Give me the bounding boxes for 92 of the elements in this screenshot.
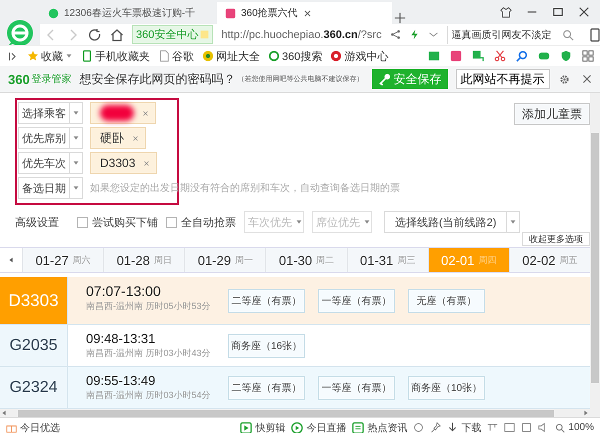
remove-icon[interactable] xyxy=(132,134,139,142)
pin-icon[interactable] xyxy=(430,422,442,433)
zoom-level[interactable]: 100% xyxy=(555,422,594,433)
brand-logo: 360 xyxy=(8,72,30,86)
caret-icon[interactable] xyxy=(72,184,80,192)
caret-icon[interactable] xyxy=(72,159,80,167)
search-icon[interactable] xyxy=(562,28,574,41)
close-icon[interactable] xyxy=(302,8,312,18)
video-icon[interactable] xyxy=(240,422,252,433)
phone-icon[interactable] xyxy=(588,28,600,42)
window-icon[interactable] xyxy=(521,422,532,433)
status-item[interactable]: 今日优选 xyxy=(6,420,60,433)
close-icon[interactable] xyxy=(582,74,592,84)
caret-icon[interactable] xyxy=(72,109,80,117)
seat-button[interactable]: 二等座（有票） xyxy=(228,288,305,312)
magnifier-icon[interactable] xyxy=(555,422,566,432)
checkbox[interactable]: 尝试购买下铺 xyxy=(77,214,158,230)
key-icon[interactable] xyxy=(378,72,391,86)
status-item[interactable]: 今日直播 xyxy=(291,420,346,433)
bookmark[interactable]: 网址大全 xyxy=(202,48,260,64)
advanced-settings-label: 高级设置 xyxy=(15,216,59,230)
brand-name: 登录管家 xyxy=(32,72,72,86)
play-icon[interactable] xyxy=(291,422,304,433)
train-time: 09:55-13:49 xyxy=(86,373,156,388)
reload-icon[interactable] xyxy=(88,28,102,42)
lightning-icon[interactable] xyxy=(408,29,420,40)
star-icon[interactable] xyxy=(27,50,39,62)
bookmark[interactable]: 谷歌 xyxy=(158,48,194,64)
train-time: 07:07-13:00 xyxy=(86,283,162,299)
search-icon[interactable] xyxy=(516,50,528,62)
ring-icon[interactable] xyxy=(268,50,280,62)
caret-icon[interactable] xyxy=(72,134,80,142)
seat-button[interactable]: 一等座（有票） xyxy=(318,376,395,400)
train-row[interactable]: D3303 07:07-13:00 南昌西-温州南 历时05小时53分 二等座（有票） 一等座（有票） 无座（有票） xyxy=(0,277,590,325)
seat-button[interactable]: 商务座（16张） xyxy=(228,334,305,358)
caret-icon[interactable] xyxy=(509,218,518,226)
share-icon[interactable] xyxy=(390,29,401,40)
train-row[interactable]: G2035 09:48-13:31 南昌西-温州南 历时03小时43分 商务座（16张） xyxy=(0,325,590,367)
route-duration: 南昌西-温州南 历时03小时43分 xyxy=(86,347,212,360)
seat-button[interactable]: 一等座（有票） xyxy=(318,288,395,312)
train-time: 09:48-13:31 xyxy=(86,331,156,346)
scrollbar-thumb[interactable] xyxy=(18,410,554,416)
seat-button[interactable]: 无座（有票） xyxy=(408,288,485,312)
bookmark[interactable]: 手机收藏夹 xyxy=(81,48,150,64)
game-icon[interactable] xyxy=(330,50,342,62)
browser-tab[interactable]: 360抢票六代 xyxy=(217,2,392,24)
globe-icon[interactable] xyxy=(202,50,214,62)
bookmark[interactable]: 收藏 xyxy=(27,48,73,64)
home-icon[interactable] xyxy=(110,28,124,42)
seat-button[interactable]: 二等座（有票） xyxy=(228,376,305,400)
selected-tag[interactable]: D3303 xyxy=(90,152,158,174)
route-duration: 南昌西-温州南 历时05小时53分 xyxy=(86,300,212,313)
never-button[interactable]: 此网站不再提示 xyxy=(456,69,550,89)
news-icon[interactable] xyxy=(352,422,364,433)
close-icon[interactable] xyxy=(578,6,590,18)
settings-icon[interactable] xyxy=(559,74,570,84)
option-select[interactable]: 选择乘客 xyxy=(18,102,83,124)
selected-tag[interactable] xyxy=(90,102,156,124)
remove-icon[interactable] xyxy=(143,160,150,166)
train-row[interactable]: G2324 09:55-13:49 南昌西-温州南 历时03小时54分 二等座（有票） 一等座（有票） 商务座（10张） xyxy=(0,367,590,409)
save-password-question: 想安全保存此网页的密码吗？ xyxy=(80,70,236,88)
status-item[interactable]: 快剪辑 xyxy=(240,420,286,433)
bookmark[interactable]: 游戏中心 xyxy=(330,48,388,64)
scissors-icon[interactable] xyxy=(494,50,506,62)
left-arrow-icon[interactable] xyxy=(7,255,15,265)
option-select[interactable]: 优先车次 xyxy=(18,152,83,174)
checkbox[interactable]: 全自动抢票 xyxy=(166,214,236,230)
train-number: D3303 xyxy=(0,277,68,324)
remove-icon[interactable] xyxy=(142,110,149,116)
bookmark[interactable]: 360搜索 xyxy=(268,48,322,64)
download-button[interactable]: 下载 xyxy=(447,420,482,433)
shirt-icon[interactable] xyxy=(500,6,512,18)
grid-icon[interactable] xyxy=(582,50,594,62)
route-duration: 南昌西-温州南 历时03小时54分 xyxy=(86,389,212,402)
url-text[interactable]: http://pc.huochepiao.360.cn/?src xyxy=(221,28,382,41)
shield-icon[interactable] xyxy=(560,50,572,62)
square-icon[interactable] xyxy=(450,50,462,62)
caret-icon[interactable] xyxy=(65,52,73,60)
option-select[interactable]: 优先席别 xyxy=(18,127,83,149)
collapse-button[interactable]: 收起更多选项 xyxy=(522,232,590,246)
scrollbar-thumb[interactable] xyxy=(591,133,599,383)
route-select[interactable]: 选择线路(当前线路2) xyxy=(384,211,520,233)
train-number: G2035 xyxy=(0,325,68,366)
selected-tag[interactable]: 硬卧 xyxy=(90,127,146,149)
browser-tab[interactable]: 12306春运火车票极速订购-千 xyxy=(40,2,215,24)
download-icon[interactable] xyxy=(447,422,458,433)
add-child-ticket-button[interactable]: 添加儿童票 xyxy=(514,103,590,125)
seat-button[interactable]: 商务座（10张） xyxy=(408,376,485,400)
option-select[interactable]: 备选日期 xyxy=(18,177,83,199)
new-tab-icon[interactable] xyxy=(394,12,406,24)
status-item[interactable]: 热点资讯 xyxy=(352,420,408,433)
maximize-icon[interactable] xyxy=(552,6,564,18)
